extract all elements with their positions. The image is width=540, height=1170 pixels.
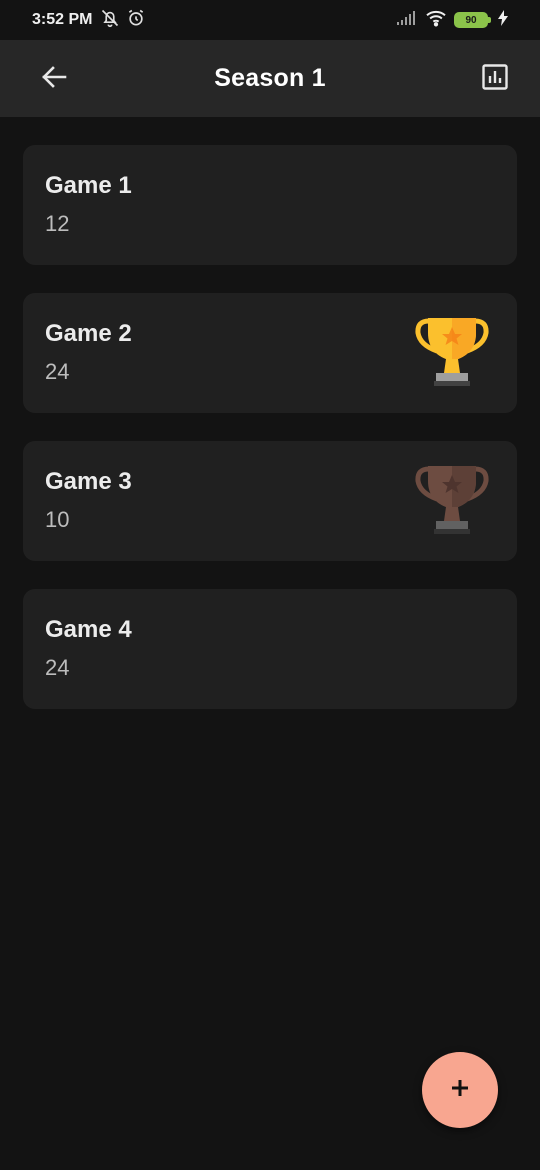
game-score: 24 bbox=[45, 655, 70, 680]
status-bar: 3:52 PM 90 bbox=[0, 0, 540, 40]
alarm-icon bbox=[126, 8, 146, 33]
bronze-trophy-icon bbox=[415, 463, 489, 539]
signal-icon bbox=[396, 10, 418, 31]
game-card[interactable]: Game 2 24 bbox=[23, 293, 517, 413]
game-list: Game 1 12 Game 2 24 Game 3 10 Game 4 24 bbox=[23, 145, 517, 737]
battery-level: 90 bbox=[465, 14, 477, 26]
notifications-off-icon bbox=[100, 8, 120, 33]
statistics-button[interactable] bbox=[480, 63, 510, 95]
game-card[interactable]: Game 4 24 bbox=[23, 589, 517, 709]
add-icon bbox=[450, 1078, 470, 1103]
status-right-icons: 90 bbox=[396, 9, 508, 32]
bar-chart-icon bbox=[482, 63, 508, 95]
game-card[interactable]: Game 1 12 bbox=[23, 145, 517, 265]
arrow-back-icon bbox=[41, 65, 67, 93]
page-title: Season 1 bbox=[214, 64, 326, 92]
app-bar: Season 1 bbox=[0, 40, 540, 117]
gold-trophy-icon bbox=[415, 315, 489, 391]
game-name: Game 1 bbox=[45, 172, 132, 199]
game-name: Game 4 bbox=[45, 616, 132, 643]
game-score: 12 bbox=[45, 211, 70, 236]
wifi-icon bbox=[425, 9, 447, 32]
status-left-icons bbox=[100, 8, 146, 33]
game-card[interactable]: Game 3 10 bbox=[23, 441, 517, 561]
battery-icon: 90 bbox=[454, 12, 491, 28]
add-game-button[interactable] bbox=[422, 1052, 498, 1128]
status-time: 3:52 PM bbox=[32, 11, 93, 28]
charging-icon bbox=[498, 9, 508, 31]
back-button[interactable] bbox=[36, 64, 72, 94]
